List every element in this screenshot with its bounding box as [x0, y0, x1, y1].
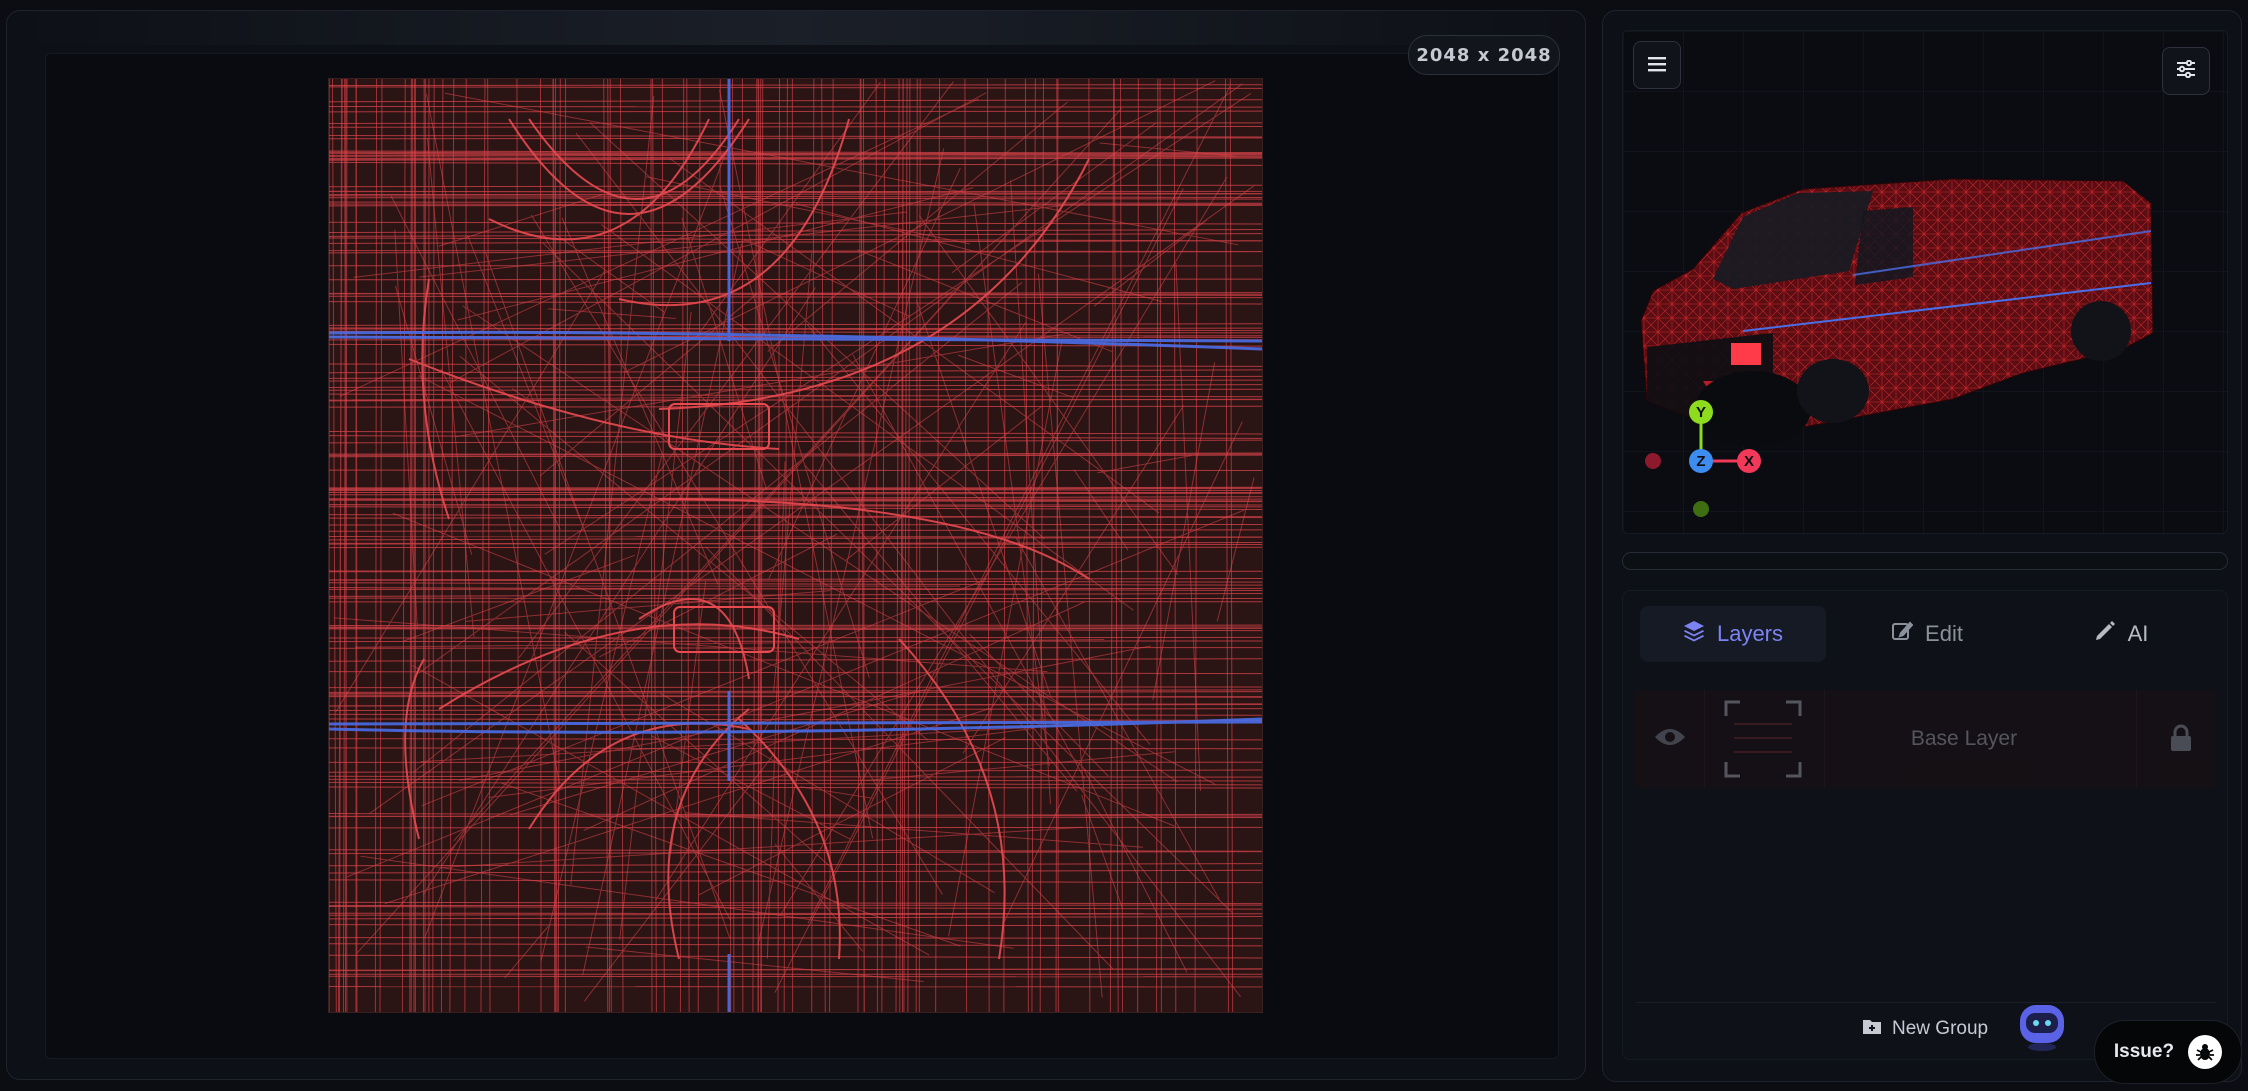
viewport-settings-button[interactable] — [2162, 47, 2210, 95]
bug-icon — [2188, 1035, 2223, 1069]
folder-plus-icon — [1862, 1018, 1882, 1041]
layer-thumbnail — [1724, 700, 1802, 778]
menu-button[interactable] — [1633, 41, 1681, 89]
progress-bar — [1622, 552, 2228, 570]
tab-ai[interactable]: AI — [2028, 606, 2214, 662]
new-group-button[interactable]: New Group — [1862, 1014, 1988, 1044]
resolution-badge: 2048 x 2048 — [1408, 35, 1560, 75]
issue-label: Issue? — [2113, 1041, 2175, 1062]
sliders-icon — [2176, 58, 2196, 84]
tab-ai-label: AI — [2127, 621, 2149, 646]
edit-icon — [1891, 620, 1914, 648]
uv-wireframe — [329, 79, 1262, 1012]
layer-name[interactable]: Base Layer — [1864, 690, 2064, 788]
panel-top-glow — [7, 11, 1585, 45]
eye-icon[interactable] — [1654, 725, 1686, 754]
tab-layers-label: Layers — [1716, 621, 1784, 646]
pencil-icon — [2094, 620, 2116, 648]
layer-row[interactable]: Base Layer — [1634, 690, 2216, 788]
new-group-label: New Group — [1892, 1018, 1989, 1039]
3d-viewport[interactable]: Y Z X — [1622, 30, 2228, 534]
uv-texture-canvas[interactable] — [328, 78, 1263, 1013]
axis-y-handle[interactable]: Y — [1689, 400, 1713, 424]
tab-edit[interactable]: Edit — [1834, 606, 2020, 662]
layers-icon — [1683, 620, 1705, 648]
assistant-bot-icon[interactable] — [2016, 1001, 2068, 1053]
van-model — [1640, 178, 2154, 517]
panel-tabs: Layers Edit AI — [1640, 606, 2214, 662]
axis-x-handle[interactable]: X — [1737, 449, 1761, 473]
tab-layers[interactable]: Layers — [1640, 606, 1826, 662]
hamburger-icon — [1648, 52, 1666, 78]
lock-icon[interactable] — [2170, 724, 2192, 757]
report-issue-button[interactable]: Issue? — [2094, 1020, 2242, 1084]
axis-z-handle[interactable]: Z — [1689, 449, 1713, 473]
tab-edit-label: Edit — [1925, 621, 1963, 646]
